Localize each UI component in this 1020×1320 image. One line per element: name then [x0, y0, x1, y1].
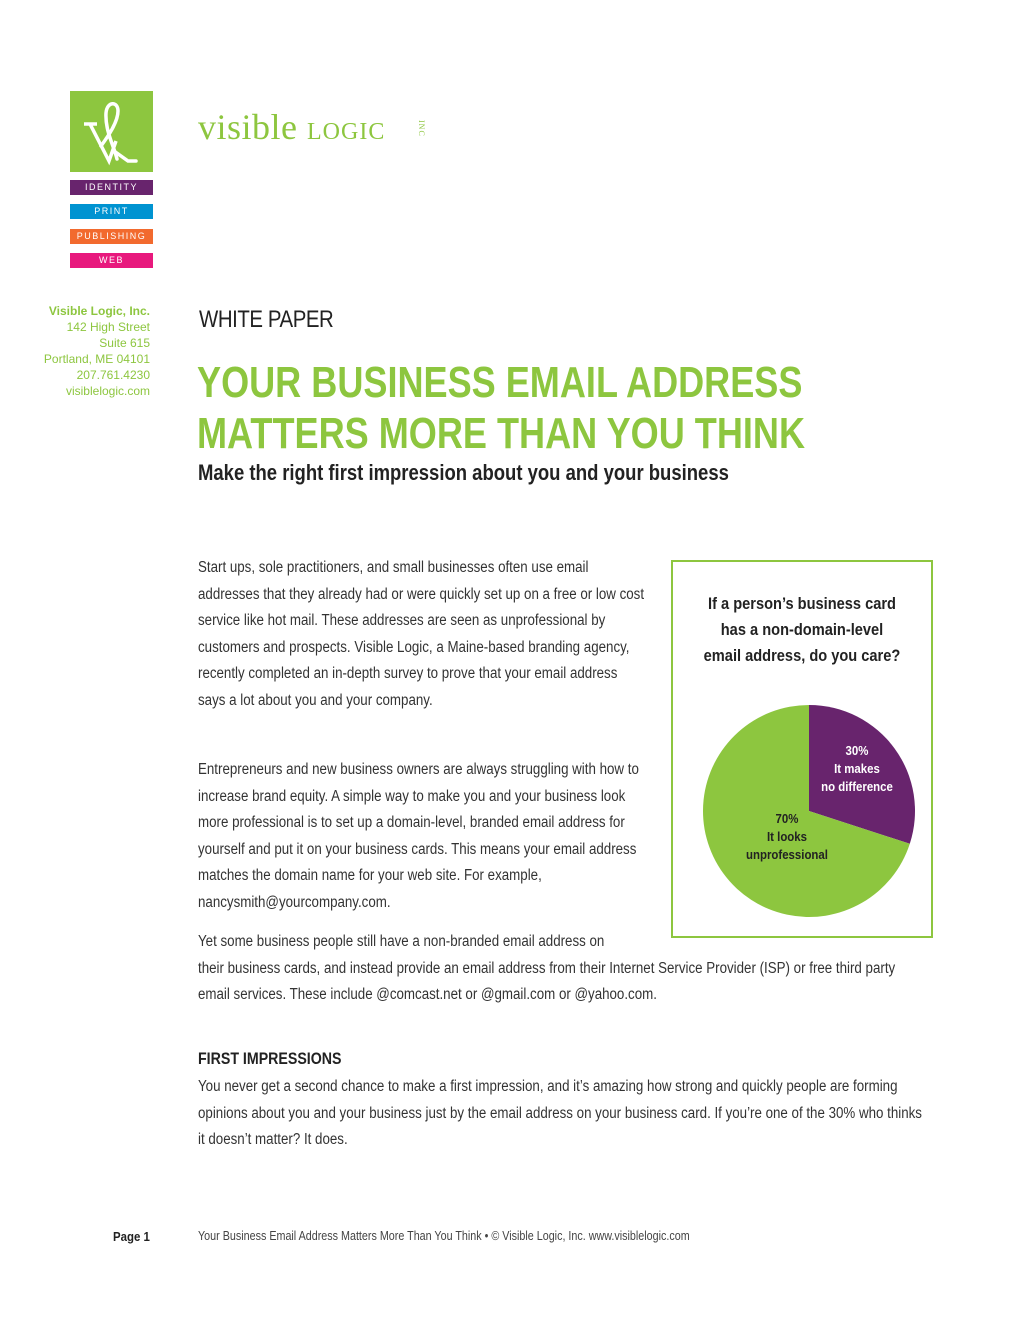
- address-web[interactable]: visiblelogic.com: [0, 383, 150, 399]
- brand-name-logic: LOGIC: [307, 119, 386, 145]
- pie-value-label-2: 70%: [776, 811, 799, 826]
- pie-category-label-2: It looks: [767, 829, 807, 844]
- address-street: 142 High Street: [66, 320, 150, 334]
- tag-identity: IDENTITY: [70, 180, 153, 195]
- title-line-2: MATTERS MORE THAN YOU THINK: [197, 409, 806, 458]
- page-title: YOUR BUSINESS EMAIL ADDRESS MATTERS MORE…: [197, 357, 805, 459]
- pie-value-label-1: 30%: [846, 743, 869, 758]
- vl-monogram-icon: [84, 102, 138, 166]
- brand-name-inc: INC: [417, 120, 426, 137]
- footer-text: Your Business Email Address Matters More…: [198, 1229, 690, 1243]
- pie-category-label-1: no difference: [821, 779, 893, 794]
- paragraph-brand-equity: Entrepreneurs and new business owners ar…: [198, 761, 639, 911]
- pie-category-label-1: It makes: [834, 761, 880, 776]
- address-phone: 207.761.4230: [76, 368, 150, 382]
- brand-wordmark: visible LOGIC INC: [198, 106, 426, 148]
- tag-web: WEB: [70, 253, 153, 268]
- paragraph-first-impressions: You never get a second chance to make a …: [198, 1078, 922, 1148]
- paragraph-non-branded: Yet some business people still have a no…: [198, 929, 929, 1009]
- page-subtitle: Make the right first impression about yo…: [198, 460, 729, 485]
- company-name: Visible Logic, Inc.: [48, 304, 150, 318]
- document-type-label: WHITE PAPER: [199, 306, 334, 333]
- title-line-1: YOUR BUSINESS EMAIL ADDRESS: [197, 358, 803, 407]
- pie-category-label-2: unprofessional: [746, 847, 828, 862]
- address-city: Portland, ME 04101: [43, 352, 150, 366]
- section-heading-first-impressions: FIRST IMPRESSIONS: [198, 1050, 342, 1068]
- company-address: Visible Logic, Inc. 142 High Street Suit…: [0, 303, 150, 399]
- paragraph-intro: Start ups, sole practitioners, and small…: [198, 559, 645, 709]
- paragraph-non-branded-rest: their business cards, and instead provid…: [198, 959, 896, 1004]
- tag-print: PRINT: [70, 204, 153, 219]
- pie-chart: 30% It makes no difference 70% It looks unpro…: [703, 705, 915, 917]
- address-suite: Suite 615: [99, 336, 150, 350]
- tag-publishing: PUBLISHING: [70, 229, 153, 244]
- page-number: Page 1: [113, 1229, 150, 1244]
- survey-chart-box: If a person’s business card has a non-do…: [671, 560, 933, 938]
- brand-name-main: visible: [198, 107, 298, 147]
- logo-mark: [70, 91, 153, 172]
